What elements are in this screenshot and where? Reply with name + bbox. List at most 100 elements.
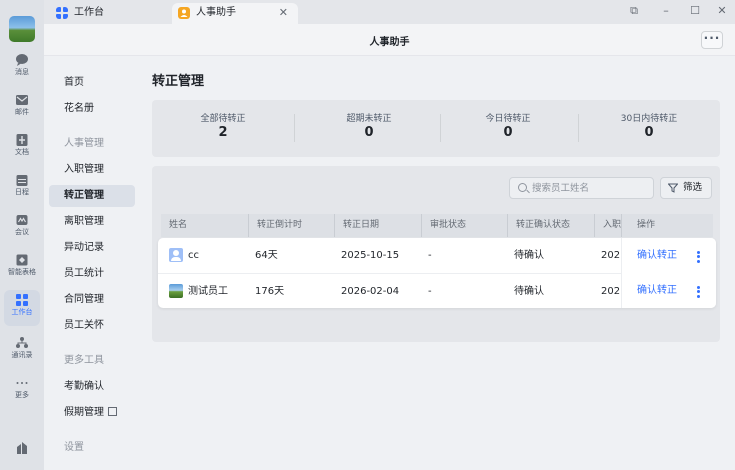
rail-item-smart-table[interactable]: 智能表格 xyxy=(0,250,44,286)
sidebar-item-home[interactable]: 首页 xyxy=(49,72,135,94)
cell-name[interactable]: 测试员工 xyxy=(158,274,245,308)
employee-avatar xyxy=(169,248,183,262)
app-title: 人事助手 xyxy=(369,37,410,48)
tab-workbench[interactable]: 工作台 xyxy=(50,3,168,24)
stat-within-30-days: 30日内待转正 0 xyxy=(578,111,720,140)
divider xyxy=(294,114,295,142)
stat-label: 超期未转正 xyxy=(346,114,392,124)
stat-value: 0 xyxy=(503,125,513,140)
sidebar-item-leave-management[interactable]: 假期管理 xyxy=(49,402,135,424)
hr-assistant-icon xyxy=(178,7,190,19)
filter-funnel-icon xyxy=(668,183,678,193)
pop-out-icon[interactable]: ⧉ xyxy=(624,3,644,19)
stat-label: 今日待转正 xyxy=(485,114,531,124)
sidebar-group-more-tools: 更多工具 xyxy=(64,355,104,366)
workbench-grid-icon xyxy=(16,294,28,306)
external-link-icon xyxy=(108,407,117,416)
hr-sidebar: 首页 花名册 人事管理 入职管理 转正管理 离职管理 异动记录 员工统计 合同管… xyxy=(44,56,137,470)
column-header-confirm-status[interactable]: 转正确认状态 xyxy=(507,214,594,237)
sidebar-item-employee-care[interactable]: 员工关怀 xyxy=(49,315,135,337)
maximize-icon[interactable]: ☐ xyxy=(685,3,705,19)
cell-date: 2025-10-15 xyxy=(341,250,400,261)
tab-label: 人事助手 xyxy=(196,7,236,18)
sidebar-item-contracts[interactable]: 合同管理 xyxy=(49,289,135,311)
cell-name[interactable]: cc xyxy=(158,238,245,273)
cell-join-date: 202 xyxy=(601,250,621,261)
stat-overdue: 超期未转正 0 xyxy=(298,111,440,140)
workbench-grid-icon xyxy=(56,7,68,19)
rail-label: 工作台 xyxy=(11,308,33,316)
filter-label: 筛选 xyxy=(683,182,703,193)
tab-strip: 工作台 人事助手 ✕ ⧉ – ☐ ✕ xyxy=(44,0,735,24)
rail-item-calendar[interactable]: 日程 xyxy=(0,170,44,206)
tab-label: 工作台 xyxy=(74,7,104,18)
close-icon[interactable]: ✕ xyxy=(279,3,288,23)
stat-label: 30日内待转正 xyxy=(620,114,678,124)
stat-value: 2 xyxy=(218,125,228,140)
cell-countdown: 176天 xyxy=(255,286,285,297)
column-header-countdown[interactable]: 转正倒计时 xyxy=(248,214,334,237)
rail-label: 会议 xyxy=(15,228,29,236)
confirm-regularization-link[interactable]: 确认转正 xyxy=(637,273,677,308)
column-header-date[interactable]: 转正日期 xyxy=(334,214,421,237)
confirm-regularization-link[interactable]: 确认转正 xyxy=(637,238,677,273)
sidebar-item-employee-stats[interactable]: 员工统计 xyxy=(49,263,135,285)
rail-item-meetings[interactable]: 会议 xyxy=(0,210,44,246)
sidebar-item-offboarding[interactable]: 离职管理 xyxy=(49,211,135,233)
rail-item-docs[interactable]: 文档 xyxy=(0,130,44,166)
rail-item-contacts[interactable]: 通讯录 xyxy=(0,333,44,369)
rail-item-workbench[interactable]: 工作台 xyxy=(4,290,40,326)
sidebar-item-roster[interactable]: 花名册 xyxy=(49,98,135,120)
more-options-button[interactable]: ··· xyxy=(701,31,723,49)
search-icon xyxy=(518,183,527,192)
window-close-icon[interactable]: ✕ xyxy=(712,3,732,19)
column-header-approval[interactable]: 审批状态 xyxy=(421,214,507,237)
employee-name: cc xyxy=(188,250,199,261)
cell-approval: - xyxy=(428,250,432,261)
stat-value: 0 xyxy=(364,125,374,140)
sidebar-item-settings[interactable]: 设置 xyxy=(49,437,135,459)
rail-label: 通讯录 xyxy=(11,351,33,359)
cell-date: 2026-02-04 xyxy=(341,286,400,297)
cell-approval: - xyxy=(428,286,432,297)
sidebar-item-label: 假期管理 xyxy=(64,407,104,418)
app-logo-icon[interactable] xyxy=(15,441,29,455)
employee-avatar xyxy=(169,284,183,298)
minimize-icon[interactable]: – xyxy=(656,3,676,19)
filter-button[interactable]: 筛选 xyxy=(660,177,712,199)
stat-all-pending: 全部待转正 2 xyxy=(152,111,294,140)
sidebar-item-attendance-confirm[interactable]: 考勤确认 xyxy=(49,376,135,398)
table-body: cc 64天 2025-10-15 - 待确认 202 测试员工 176天 20… xyxy=(158,238,716,308)
employee-name: 测试员工 xyxy=(188,286,228,297)
contacts-icon xyxy=(16,337,28,348)
rail-item-more[interactable]: 更多 xyxy=(0,373,44,409)
sidebar-item-regularization[interactable]: 转正管理 xyxy=(49,185,135,207)
rail-label: 日程 xyxy=(15,188,29,196)
more-dots-icon xyxy=(16,382,28,384)
search-box[interactable] xyxy=(509,177,654,199)
chat-bubble-icon xyxy=(16,54,28,66)
rail-item-mail[interactable]: 邮件 xyxy=(0,90,44,126)
rail-label: 邮件 xyxy=(15,108,29,116)
mail-icon xyxy=(16,95,28,105)
cell-confirm-status: 待确认 xyxy=(514,286,544,297)
stat-label: 全部待转正 xyxy=(200,114,246,124)
sidebar-item-onboarding[interactable]: 入职管理 xyxy=(49,159,135,181)
rail-item-messages[interactable]: 消息 xyxy=(0,50,44,86)
sidebar-group-hr-management: 人事管理 xyxy=(64,138,104,149)
rail-label: 文档 xyxy=(15,148,29,156)
tab-hr-assistant[interactable]: 人事助手 ✕ xyxy=(172,3,298,24)
row-more-icon[interactable] xyxy=(693,249,703,284)
search-input[interactable] xyxy=(532,180,650,196)
calendar-icon xyxy=(16,175,28,186)
rail-label: 消息 xyxy=(15,68,29,76)
document-icon xyxy=(16,134,28,146)
actions-column: 确认转正 确认转正 xyxy=(621,238,716,308)
row-more-icon[interactable] xyxy=(693,284,703,308)
sidebar-item-transfer-records[interactable]: 异动记录 xyxy=(49,237,135,259)
cell-join-date: 202 xyxy=(601,286,621,297)
app-titlebar: 人事助手 ··· xyxy=(44,24,735,56)
user-avatar[interactable] xyxy=(9,16,35,42)
page-title: 转正管理 xyxy=(152,74,205,89)
column-header-name[interactable]: 姓名 xyxy=(161,214,248,237)
